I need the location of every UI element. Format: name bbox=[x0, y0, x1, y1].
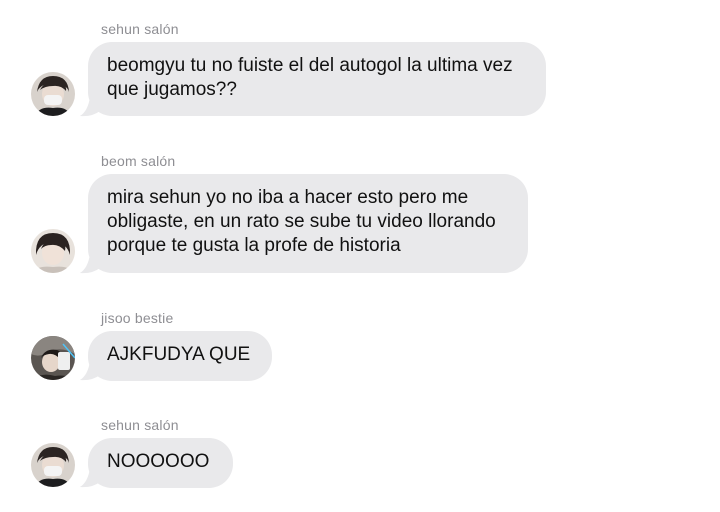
message-text: mira sehun yo no iba a hacer esto pero m… bbox=[107, 187, 469, 208]
message-text: NOOOOOO bbox=[107, 451, 210, 472]
message-text: AJKFUDYA QUE bbox=[107, 344, 251, 365]
message-text: porque te gusta la profe de historia bbox=[107, 235, 401, 256]
sender-name: sehun salón bbox=[101, 21, 179, 37]
sender-name: beom salón bbox=[101, 153, 176, 169]
message-text: obligaste, en un rato se sube tu video l… bbox=[107, 211, 496, 232]
message-bubble[interactable]: NOOOOOO bbox=[88, 438, 233, 488]
message-text: beomgyu tu no fuiste el del autogol la u… bbox=[107, 55, 513, 76]
sender-name: jisoo bestie bbox=[101, 310, 174, 326]
sender-name: sehun salón bbox=[101, 417, 179, 433]
message-text: que jugamos?? bbox=[107, 79, 237, 100]
message-bubble[interactable]: mira sehun yo no iba a hacer esto pero m… bbox=[88, 174, 528, 273]
beom-avatar-icon[interactable] bbox=[31, 229, 75, 273]
jisoo-avatar-icon[interactable] bbox=[31, 336, 75, 380]
message-bubble[interactable]: beomgyu tu no fuiste el del autogol la u… bbox=[88, 42, 546, 116]
sehun-avatar-icon[interactable] bbox=[31, 443, 75, 487]
message-bubble[interactable]: AJKFUDYA QUE bbox=[88, 331, 272, 381]
sehun-avatar-icon[interactable] bbox=[31, 72, 75, 116]
